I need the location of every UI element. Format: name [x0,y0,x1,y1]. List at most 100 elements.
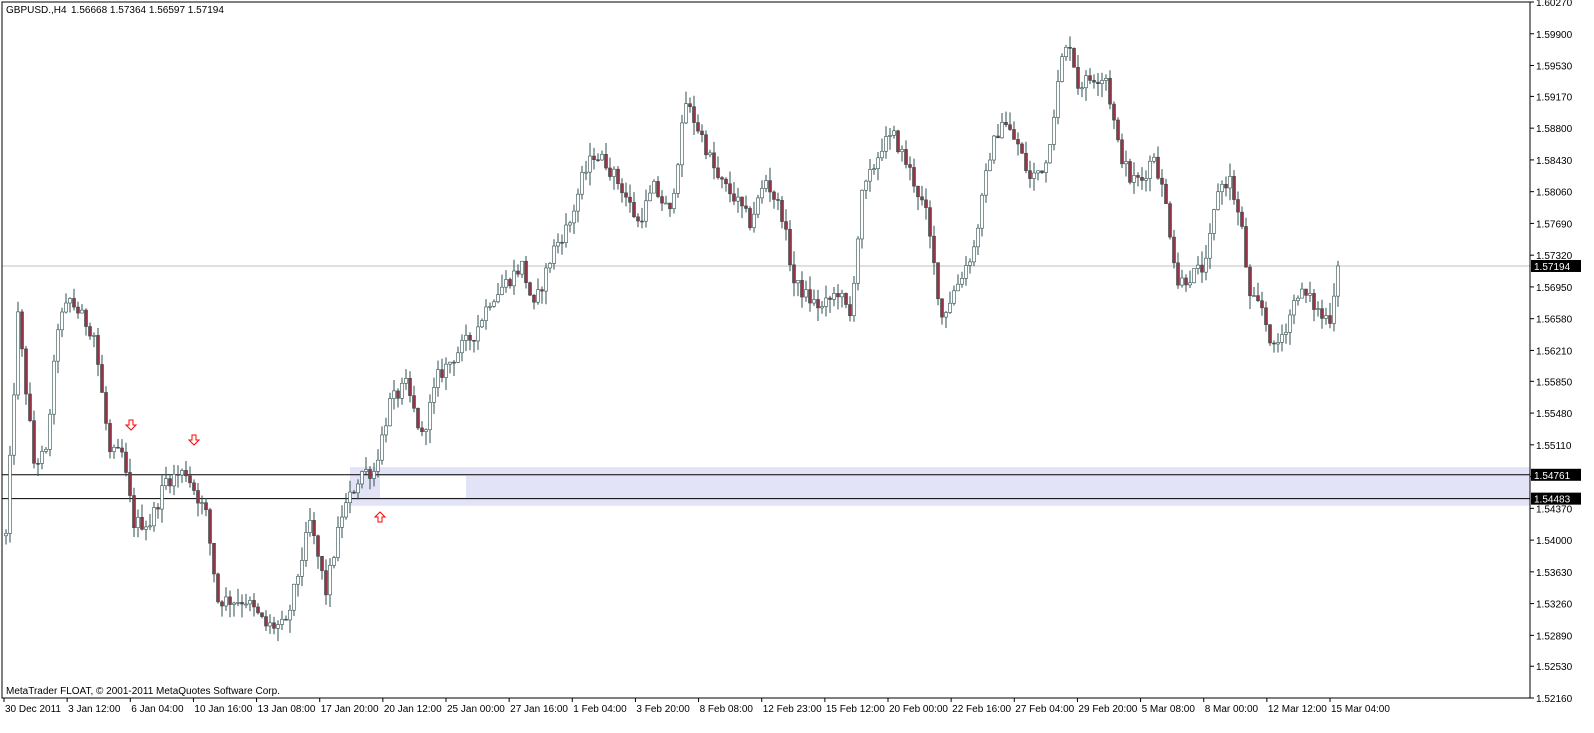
candle-body [400,382,404,399]
candle-body [444,363,448,378]
candle-body [188,475,192,484]
candle-body [820,306,824,309]
candle-body [924,199,928,208]
candle-body [200,502,204,504]
candle-body [804,289,808,298]
support-zone-gap [380,475,466,498]
candle-body [792,264,796,284]
y-tick-label: 1.55480 [1536,409,1573,420]
candle-body [216,573,220,603]
candle-body [712,152,716,169]
candle-body [848,304,852,317]
candle-body [192,482,196,491]
y-tick-label: 1.56580 [1536,315,1573,326]
candle-body [152,507,156,527]
candle-body [180,470,184,476]
candle-body [648,192,652,202]
candle-body [876,157,880,169]
candle-body [960,278,964,285]
candle-body [1064,46,1068,58]
candle-body [928,207,932,237]
candle-body [488,305,492,308]
candle-body [1308,293,1312,296]
candle-body [908,164,912,168]
candle-body [456,352,460,363]
candle-body [772,191,776,200]
y-tick-label: 1.54370 [1536,504,1573,515]
y-tick-label: 1.58800 [1536,124,1573,135]
candle-body [440,369,444,378]
candle-body [404,378,408,384]
candle-body [244,603,248,606]
candle-body [828,297,832,300]
candle-body [1092,80,1096,83]
candle-body [516,270,520,275]
candle-body [836,293,840,298]
candle-body [540,289,544,292]
candle-body [1148,160,1152,179]
candle-body [16,311,20,396]
x-tick-label: 17 Jan 20:00 [321,704,379,715]
upper-level-label: 1.54761 [1534,471,1571,482]
candle-body [144,526,148,530]
candle-body [1192,268,1196,284]
x-tick-label: 10 Jan 16:00 [194,704,252,715]
x-tick-label: 15 Mar 04:00 [1331,704,1390,715]
candle-body [1076,67,1080,89]
symbol-timeframe-label: GBPUSD.,H4 [6,5,67,16]
candle-body [1292,300,1296,316]
candle-body [448,361,452,365]
candle-body [1276,342,1280,345]
candle-body [864,180,868,191]
candle-body [320,556,324,571]
candle-body [308,520,312,533]
candle-body [1052,117,1056,145]
candle-body [940,298,944,318]
x-tick-label: 6 Jan 04:00 [131,704,184,715]
candle-body [268,622,272,627]
candle-body [96,335,100,365]
candle-body [364,469,368,472]
price-chart[interactable]: 1.60270 1.59900 1.59530 1.59170 1.58800 1.584… [0,0,1594,728]
candle-body [788,228,792,266]
candle-body [704,134,708,156]
x-tick-label: 3 Feb 20:00 [636,704,690,715]
x-tick-label: 29 Feb 20:00 [1078,704,1137,715]
candle-body [812,299,816,304]
candle-body [1012,129,1016,140]
candle-body [1160,177,1164,185]
candle-body [808,289,812,304]
candle-body [1096,81,1100,84]
candle-body [884,136,888,152]
candle-body [572,210,576,224]
candle-body [224,596,228,607]
candle-body [752,213,756,229]
candle-body [252,600,256,608]
candle-body [996,135,1000,139]
candle-body [856,238,860,284]
candle-body [716,167,720,178]
candle-body [332,557,336,566]
candle-body [992,135,996,161]
candle-body [348,491,352,504]
candle-body [1316,308,1320,310]
candle-body [132,495,136,529]
candle-body [768,180,772,193]
candle-body [232,602,236,605]
candle-body [424,429,428,432]
candle-body [584,171,588,174]
y-tick-label: 1.53630 [1536,568,1573,579]
lower-level-label: 1.54483 [1534,495,1571,506]
candle-body [620,183,624,194]
candle-body [372,471,376,479]
candle-body [948,302,952,313]
candle-body [668,202,672,210]
candle-body [852,282,856,317]
candle-body [1232,176,1236,200]
candle-body [1072,48,1076,68]
candle-body [1132,175,1136,183]
candle-body [736,196,740,202]
candle-body [1080,87,1084,90]
candle-body [580,172,584,195]
candle-body [920,196,924,201]
